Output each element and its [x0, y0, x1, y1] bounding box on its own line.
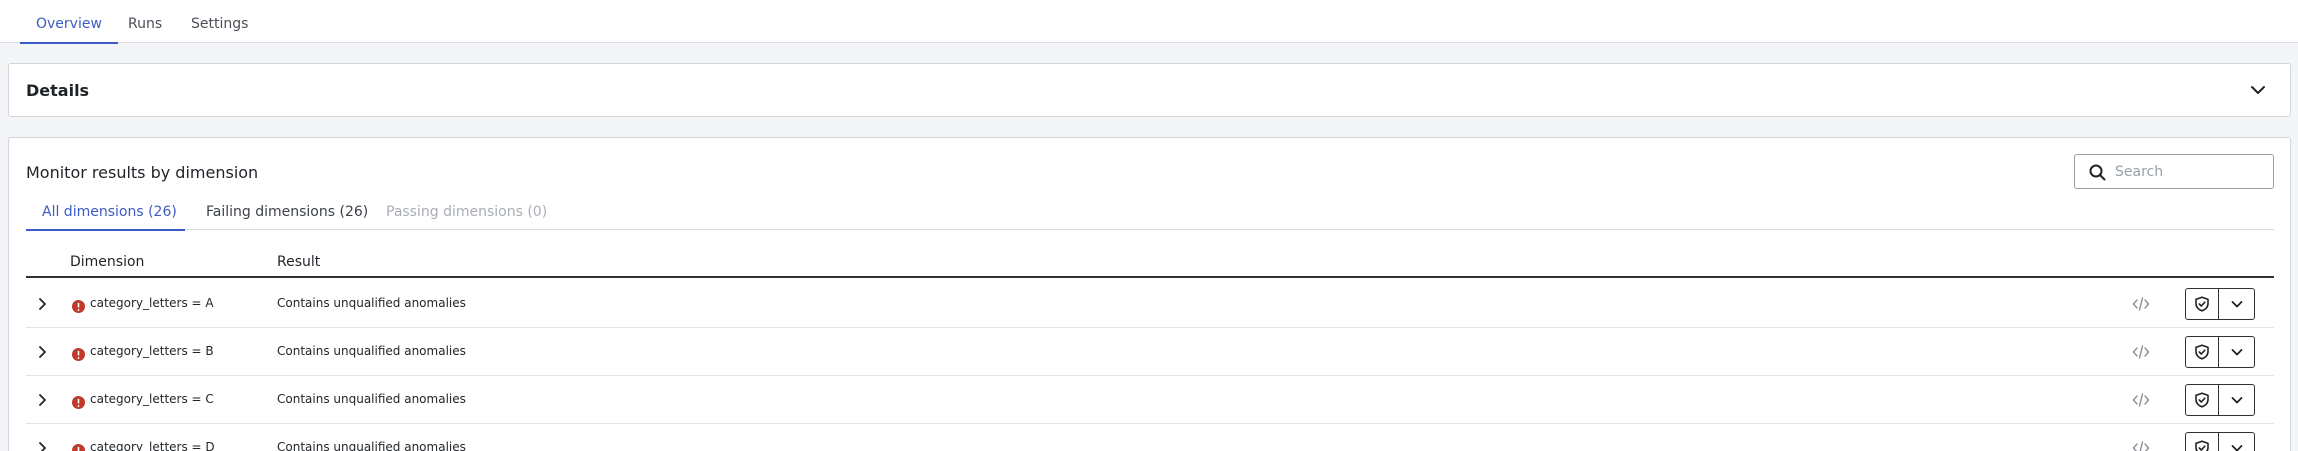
row-result: Contains unqualified anomalies — [277, 344, 466, 358]
shield-check-icon[interactable] — [2186, 385, 2219, 415]
details-panel[interactable]: Details — [8, 63, 2291, 117]
column-header-result[interactable]: Result — [277, 254, 320, 270]
row-action-group — [2185, 432, 2255, 451]
column-header-dimension[interactable]: Dimension — [70, 254, 144, 270]
tab-overview[interactable]: Overview — [20, 0, 118, 44]
row-dimension: category_letters = C — [90, 392, 214, 406]
error-circle-icon — [72, 394, 85, 409]
chevron-right-icon[interactable] — [34, 296, 50, 312]
code-icon[interactable] — [2132, 295, 2150, 313]
error-circle-icon — [72, 442, 85, 451]
row-result: Contains unqualified anomalies — [277, 296, 466, 310]
dimension-tabs: All dimensions (26) Failing dimensions (… — [26, 200, 2274, 231]
table-row[interactable]: category_letters = C Contains unqualified… — [26, 376, 2274, 424]
chevron-right-icon[interactable] — [34, 392, 50, 408]
row-result: Contains unqualified anomalies — [277, 440, 466, 451]
monitor-results-title: Monitor results by dimension — [26, 163, 259, 182]
row-action-group — [2185, 384, 2255, 416]
tab-runs[interactable]: Runs — [128, 0, 162, 43]
row-action-group — [2185, 288, 2255, 320]
shield-check-icon[interactable] — [2186, 289, 2219, 319]
table-row[interactable]: category_letters = B Contains unqualified… — [26, 328, 2274, 376]
row-dimension: category_letters = A — [90, 296, 214, 310]
chevron-right-icon[interactable] — [34, 344, 50, 360]
row-dimension: category_letters = B — [90, 344, 214, 358]
search-icon — [2089, 164, 2106, 181]
search-box[interactable] — [2074, 154, 2274, 189]
chevron-right-icon[interactable] — [34, 440, 50, 451]
chevron-down-icon[interactable] — [2220, 433, 2254, 451]
tab-failing-dimensions[interactable]: Failing dimensions (26) — [206, 200, 368, 230]
error-circle-icon — [72, 298, 85, 313]
top-tab-bar: Overview Runs Settings — [0, 0, 2298, 44]
row-dimension: category_letters = D — [90, 440, 215, 451]
tab-all-dimensions[interactable]: All dimensions (26) — [26, 200, 185, 231]
table-header: Dimension Result — [26, 250, 2274, 278]
table-row[interactable]: category_letters = A Contains unqualified… — [26, 280, 2274, 328]
tab-passing-dimensions: Passing dimensions (0) — [386, 204, 548, 220]
code-icon[interactable] — [2132, 439, 2150, 451]
chevron-down-icon[interactable] — [2246, 78, 2270, 102]
shield-check-icon[interactable] — [2186, 433, 2219, 451]
chevron-down-icon[interactable] — [2220, 385, 2254, 415]
search-input[interactable] — [2115, 155, 2265, 188]
chevron-down-icon[interactable] — [2220, 289, 2254, 319]
row-result: Contains unqualified anomalies — [277, 392, 466, 406]
code-icon[interactable] — [2132, 391, 2150, 409]
details-title: Details — [26, 81, 90, 100]
chevron-down-icon[interactable] — [2220, 337, 2254, 367]
tab-settings[interactable]: Settings — [191, 0, 248, 43]
table-row[interactable]: category_letters = D Contains unqualified… — [26, 424, 2274, 451]
error-circle-icon — [72, 346, 85, 361]
monitor-results-panel: Monitor results by dimension All dimensi… — [8, 137, 2291, 451]
code-icon[interactable] — [2132, 343, 2150, 361]
row-action-group — [2185, 336, 2255, 368]
shield-check-icon[interactable] — [2186, 337, 2219, 367]
